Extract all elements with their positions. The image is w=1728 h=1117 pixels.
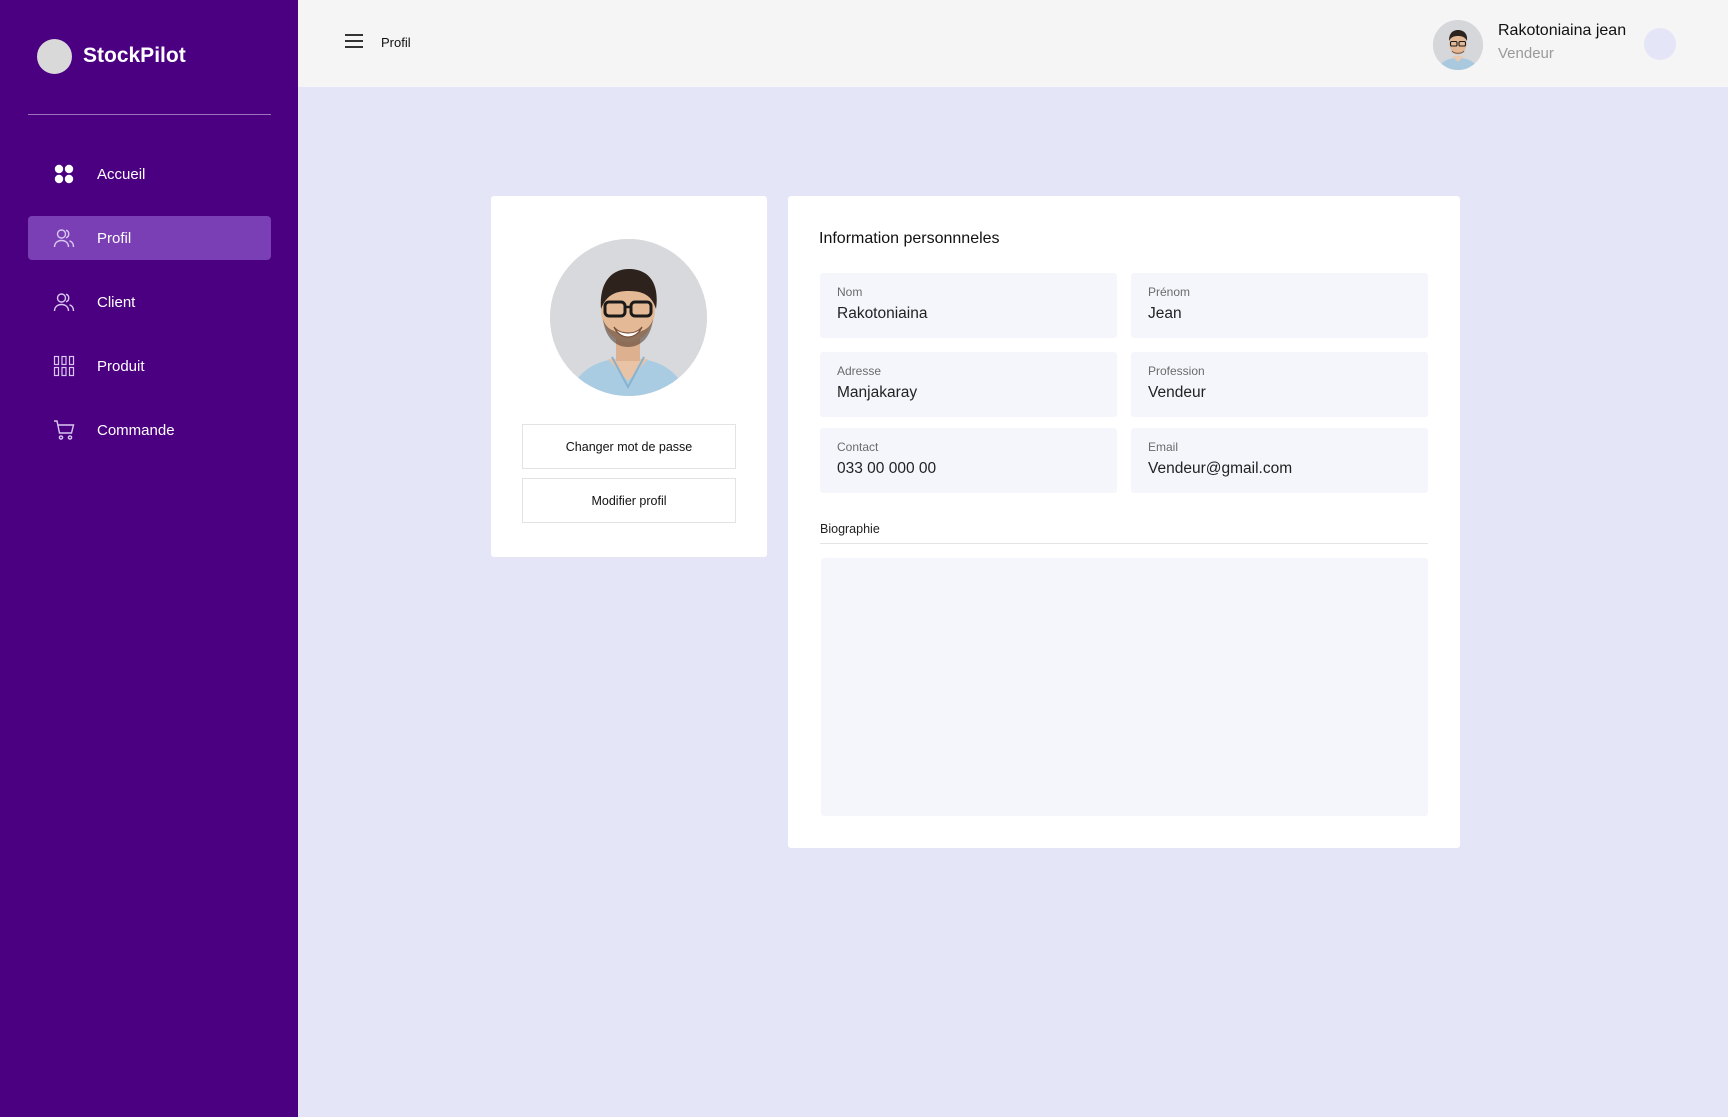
sidebar-item-commande[interactable]: Commande	[28, 408, 271, 452]
email-field[interactable]: Email Vendeur@gmail.com	[1131, 428, 1428, 493]
user-name: Rakotoniaina jean	[1498, 22, 1627, 39]
sidebar-divider	[28, 114, 271, 115]
biography-textarea[interactable]	[821, 558, 1428, 816]
edit-profile-button[interactable]: Modifier profil	[522, 478, 736, 523]
field-value: Jean	[1148, 305, 1182, 322]
users-icon	[53, 291, 75, 313]
brand-name: StockPilot	[83, 44, 186, 67]
sidebar-item-label: Accueil	[97, 165, 146, 183]
adresse-field[interactable]: Adresse Manjakaray	[820, 352, 1117, 417]
sidebar-item-profil[interactable]: Profil	[28, 216, 271, 260]
sidebar-item-label: Profil	[97, 229, 132, 247]
field-label: Profession	[1148, 364, 1205, 378]
avatar[interactable]	[1433, 20, 1483, 70]
hamburger-menu-icon[interactable]	[345, 34, 363, 48]
change-password-button[interactable]: Changer mot de passe	[522, 424, 736, 469]
brand[interactable]: StockPilot	[37, 38, 186, 74]
field-value: Vendeur@gmail.com	[1148, 460, 1293, 477]
field-label: Email	[1148, 440, 1179, 454]
sidebar-item-client[interactable]: Client	[28, 280, 271, 324]
personal-info-card: Information personnneles Nom Rakotoniain…	[788, 196, 1460, 848]
user-menu-button[interactable]	[1644, 28, 1676, 60]
field-value: Vendeur	[1148, 384, 1206, 401]
field-label: Adresse	[837, 364, 882, 378]
field-label: Nom	[837, 285, 863, 299]
nom-field[interactable]: Nom Rakotoniaina	[820, 273, 1117, 338]
grid-dots-icon	[53, 163, 75, 185]
sidebar-item-label: Produit	[97, 357, 145, 375]
sidebar: StockPilot Accueil Profil Client Produit…	[0, 0, 298, 1117]
sidebar-item-label: Commande	[97, 421, 175, 439]
sidebar-item-label: Client	[97, 293, 136, 311]
sidebar-item-accueil[interactable]: Accueil	[28, 152, 271, 196]
field-value: 033 00 000 00	[837, 460, 937, 477]
biography-divider	[820, 543, 1428, 544]
field-label: Prénom	[1148, 285, 1191, 299]
sidebar-nav: Accueil Profil Client Produit Commande	[28, 152, 271, 472]
users-icon	[53, 227, 75, 249]
field-value: Manjakaray	[837, 384, 918, 401]
cart-icon	[53, 419, 75, 441]
biography-label: Biographie	[820, 522, 880, 536]
profession-field[interactable]: Profession Vendeur	[1131, 352, 1428, 417]
field-value: Rakotoniaina	[837, 305, 928, 322]
barcode-icon	[53, 355, 75, 377]
breadcrumb: Profil	[381, 35, 411, 50]
sidebar-item-produit[interactable]: Produit	[28, 344, 271, 388]
brand-logo	[37, 38, 72, 74]
user-role: Vendeur	[1498, 45, 1554, 62]
prenom-field[interactable]: Prénom Jean	[1131, 273, 1428, 338]
top-bar: Profil Rakotoniaina jean Vendeur	[298, 0, 1728, 87]
field-label: Contact	[837, 440, 879, 454]
profile-card: Changer mot de passe Modifier profil	[491, 196, 767, 557]
contact-field[interactable]: Contact 033 00 000 00	[820, 428, 1117, 493]
section-title: Information personnneles	[819, 230, 1000, 247]
profile-photo	[550, 239, 707, 396]
